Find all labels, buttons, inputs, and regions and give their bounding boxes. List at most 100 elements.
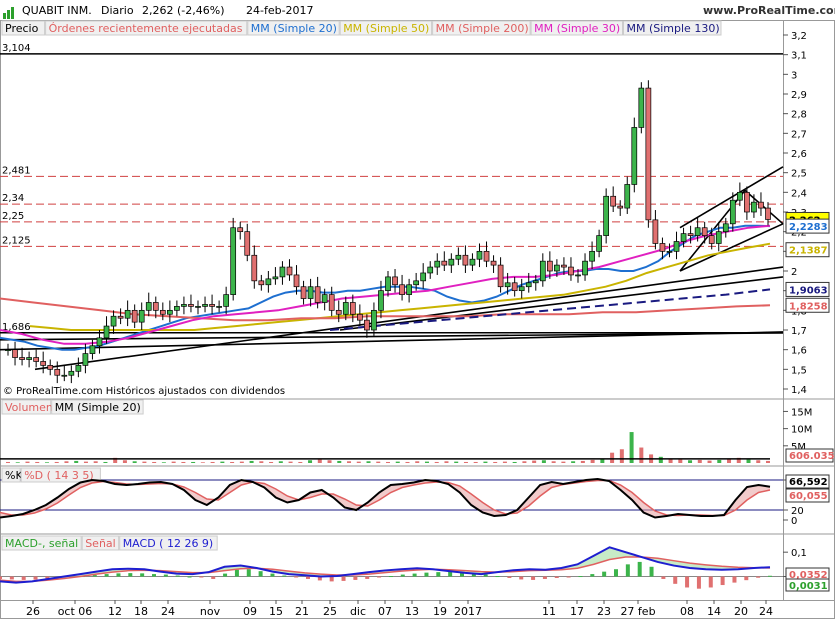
y-tick-label: 1,5 [791,365,807,376]
candle-body [680,233,687,242]
macd-histogram-bar [246,569,251,577]
volume-bar [658,456,663,463]
macd-histogram-bar [519,576,524,580]
x-tick-label: 24 [759,605,773,618]
candle-body [124,309,131,319]
macd-histogram-bar [341,576,346,581]
volume-bar [64,461,69,463]
legend-item: MACD-, señal [5,537,78,550]
candle-body [413,280,419,286]
candle-body [476,250,483,260]
candle-body [539,260,546,282]
candle-body [349,302,356,315]
volume-bar [6,461,10,463]
candle-body [89,345,96,354]
volume-bar [171,461,176,463]
macd-histogram-bar [0,576,2,579]
volume-bar [502,461,507,463]
macd-histogram-bar [21,576,26,580]
candle-body [652,219,659,244]
x-tick-label: 07 [378,605,392,618]
candle-body [230,227,237,295]
legend-item: MACD ( 12 26 9) [123,537,214,550]
candle-body [131,309,138,323]
macd-histogram-bar [294,576,299,578]
volume-bar [619,449,624,463]
y-tick-label: 0,1 [791,548,807,559]
macd-histogram-bar [720,576,725,586]
stoch-badge-label: 60,055 [789,491,828,502]
price-badge-label: 1,9063 [789,285,828,296]
volume-bar [532,460,537,463]
macd-histogram-bar [531,576,536,580]
y-tick-label: 2 [791,267,797,278]
candle-body [265,278,272,286]
volume-bar [288,461,293,463]
volume-bar [746,459,751,463]
price-badge-label: 2,1387 [789,246,828,257]
candle-body [765,207,771,220]
volume-bar [181,461,186,463]
x-tick-label: 2017 [454,605,482,618]
y-tick-label: 3,2 [791,31,807,42]
macd-histogram-bar [732,576,737,583]
macd-histogram-bar [424,572,429,577]
volume-bar [541,460,546,463]
macd-histogram-bar [258,571,263,577]
candle-body [462,254,469,266]
macd-histogram-bar [696,576,701,589]
candle-body [659,243,666,252]
macd-histogram-bar [175,575,180,577]
x-tick-label: dic [350,605,366,618]
candle-body [300,286,307,299]
candle-body [525,282,532,288]
y-tick-label: 1,7 [791,326,807,337]
x-tick-label: 08 [680,605,694,618]
y-tick-label: 2,8 [791,110,807,121]
candle-body [518,286,525,292]
volume-bar [454,461,459,463]
candle-body [722,223,729,233]
candle-body [117,315,124,319]
macd-histogram-bar [388,576,393,578]
volume-bar [142,461,147,463]
macd-histogram-bar [625,564,630,577]
macd-histogram-bar [400,574,405,577]
macd-histogram-bar [673,576,678,584]
volume-bar [766,460,770,463]
volume-bar [93,461,98,463]
candle-body [617,205,624,209]
candle-body [427,266,434,274]
volume-bar [493,461,498,463]
macd-histogram-bar [128,573,133,577]
volume-bar [35,461,40,463]
candle-body [293,274,300,288]
candle-body [195,306,201,308]
candle-body [342,302,349,315]
candle-body [371,309,377,331]
macd-badge-label: 0,0031 [789,581,828,592]
price-level-label: 2,25 [2,211,24,222]
legend-item: MM (Simple 200) [436,22,529,35]
candle-body [483,250,490,262]
x-tick-label: 24 [161,605,175,618]
candle-body [568,266,574,276]
volume-bar [707,460,712,463]
volume-bar [688,460,693,463]
candle-body [434,260,441,268]
macd-histogram-bar [578,576,583,578]
candle-body [399,284,405,295]
volume-badge-label: 606.035 [789,451,835,462]
macd-histogram-bar [187,576,192,578]
candle-body [314,286,321,303]
volume-bar [386,461,390,463]
macd-histogram-bar [661,576,666,579]
macd-histogram-bar [756,576,761,578]
macd-histogram-bar [649,566,654,577]
x-tick-label: 09 [243,605,257,618]
candle-body [272,276,279,280]
volume-bar [756,460,761,463]
y-tick-label: 0 [791,516,797,527]
macd-histogram-bar [33,576,38,580]
x-tick-label: 27 feb [620,605,655,618]
